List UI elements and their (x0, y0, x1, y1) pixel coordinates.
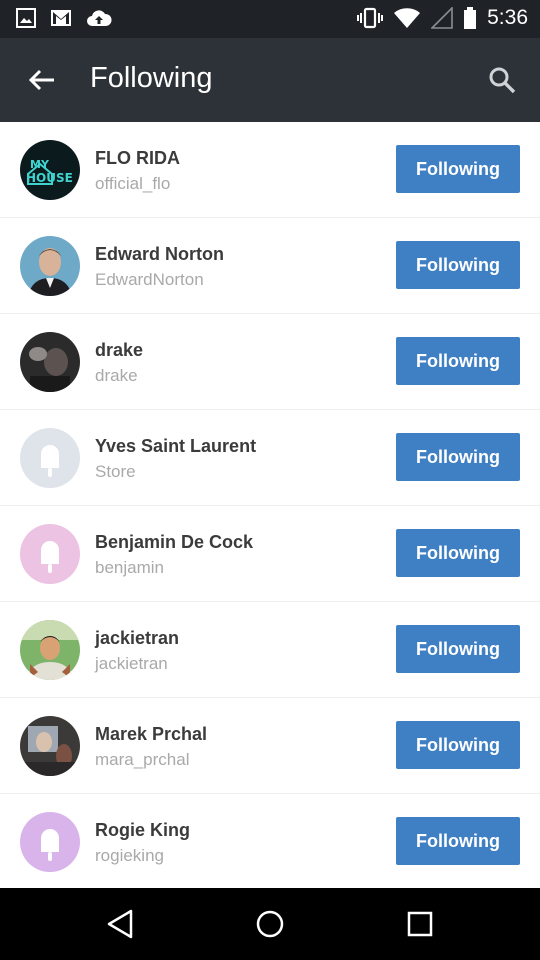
avatar[interactable] (20, 620, 80, 680)
nav-back-button[interactable] (100, 904, 140, 944)
following-button[interactable]: Following (396, 145, 520, 193)
status-bar-notifications (16, 8, 112, 28)
following-button[interactable]: Following (396, 241, 520, 289)
list-item[interactable]: MY HOUSE FLO RIDA official_flo Following (0, 122, 540, 218)
back-button[interactable] (22, 60, 62, 100)
svg-text:MY: MY (30, 158, 50, 171)
search-icon (489, 67, 516, 94)
list-item[interactable]: Edward Norton EdwardNorton Following (0, 218, 540, 314)
user-name: drake (95, 340, 144, 360)
image-icon (16, 8, 36, 28)
avatar[interactable] (20, 812, 80, 872)
nav-home-icon (256, 910, 284, 938)
following-button[interactable]: Following (396, 433, 520, 481)
status-bar: 5:36 (0, 0, 540, 38)
status-time: 5:36 (487, 6, 528, 29)
list-item[interactable]: Rogie King rogieking Following (0, 794, 540, 888)
user-handle: official_flo (95, 174, 171, 193)
following-button[interactable]: Following (396, 337, 520, 385)
user-name: FLO RIDA (95, 148, 180, 168)
navigation-bar (0, 888, 540, 960)
page-title: Following (90, 62, 213, 94)
vibrate-icon (357, 7, 384, 29)
nav-back-icon (107, 909, 133, 939)
nav-recents-button[interactable] (400, 904, 440, 944)
svg-text:HOUSE: HOUSE (26, 171, 73, 185)
user-handle: mara_prchal (95, 750, 190, 769)
avatar[interactable] (20, 428, 80, 488)
signal-icon (431, 7, 453, 29)
nav-home-button[interactable] (250, 904, 290, 944)
avatar[interactable] (20, 332, 80, 392)
user-name: jackietran (95, 628, 180, 648)
avatar[interactable] (20, 236, 80, 296)
status-bar-system: 5:36 (357, 6, 528, 30)
user-handle: rogieking (95, 846, 164, 865)
user-handle: drake (95, 366, 138, 385)
following-button[interactable]: Following (396, 817, 520, 865)
list-item[interactable]: jackietran jackietran Following (0, 602, 540, 698)
user-handle: EdwardNorton (95, 270, 204, 289)
avatar[interactable]: MY HOUSE (20, 140, 80, 200)
following-button[interactable]: Following (396, 721, 520, 769)
user-handle: jackietran (95, 654, 168, 673)
battery-icon (464, 7, 477, 29)
user-handle: Store (95, 462, 136, 481)
list-item[interactable]: Benjamin De Cock benjamin Following (0, 506, 540, 602)
gmail-icon (51, 10, 71, 26)
following-list[interactable]: MY HOUSE FLO RIDA official_flo Following… (0, 122, 540, 888)
search-button[interactable] (482, 60, 522, 100)
user-name: Edward Norton (95, 244, 224, 264)
following-button[interactable]: Following (396, 529, 520, 577)
following-button[interactable]: Following (396, 625, 520, 673)
wifi-icon (394, 8, 421, 28)
list-item[interactable]: Yves Saint Laurent Store Following (0, 410, 540, 506)
avatar[interactable] (20, 524, 80, 584)
list-item[interactable]: Marek Prchal mara_prchal Following (0, 698, 540, 794)
user-handle: benjamin (95, 558, 164, 577)
app-bar: Following (0, 38, 540, 122)
arrow-back-icon (28, 69, 54, 91)
cloud-upload-icon (87, 10, 112, 26)
user-name: Yves Saint Laurent (95, 436, 257, 456)
list-item[interactable]: drake drake Following (0, 314, 540, 410)
user-name: Rogie King (95, 820, 190, 840)
user-name: Marek Prchal (95, 724, 208, 744)
user-name: Benjamin De Cock (95, 532, 254, 552)
avatar[interactable] (20, 716, 80, 776)
nav-recents-icon (407, 911, 433, 937)
